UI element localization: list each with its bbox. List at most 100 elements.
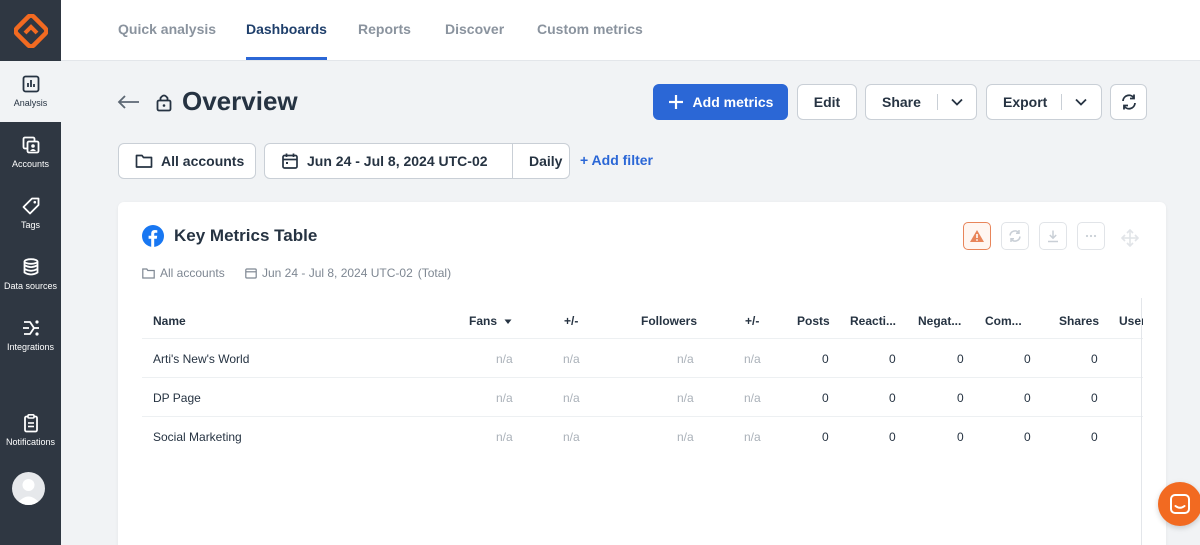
cell-negative: 0 [957, 391, 964, 405]
tab-discover[interactable]: Discover [445, 0, 504, 60]
add-filter-link[interactable]: + Add filter [580, 152, 653, 168]
column-header-fans[interactable]: Fans [469, 314, 512, 328]
cell-fans: n/a [496, 352, 513, 366]
cell-followers: n/a [677, 430, 694, 444]
edit-button[interactable]: Edit [797, 84, 857, 120]
column-header-user[interactable]: User [1119, 314, 1143, 328]
column-header-followers[interactable]: Followers [641, 314, 697, 328]
top-navigation: Quick analysis Dashboards Reports Discov… [61, 0, 1200, 61]
card-more-button[interactable] [1077, 222, 1105, 250]
sidebar-item-label: Notifications [5, 437, 56, 447]
drag-handle[interactable] [1118, 226, 1142, 250]
page-title: Overview [182, 86, 298, 116]
column-header-negative[interactable]: Negat... [918, 314, 961, 328]
clipboard-icon [23, 413, 38, 433]
plus-icon [668, 95, 683, 109]
tab-custom-metrics[interactable]: Custom metrics [537, 0, 643, 60]
cell-name: Arti's New's World [153, 352, 250, 366]
meta-date-label: Jun 24 - Jul 8, 2024 UTC-02 [262, 266, 413, 280]
chat-support-button[interactable] [1158, 482, 1200, 526]
cell-shares: 0 [1091, 391, 1098, 405]
column-header-fans-delta[interactable]: +/- [564, 314, 578, 328]
sidebar-item-accounts[interactable]: Accounts [0, 122, 61, 183]
column-header-name[interactable]: Name [153, 314, 186, 328]
cell-reactions: 0 [889, 391, 896, 405]
calendar-icon [282, 153, 298, 169]
sidebar-item-data-sources[interactable]: Data sources [0, 244, 61, 305]
card-date-meta: Jun 24 - Jul 8, 2024 UTC-02 (Total) [245, 266, 451, 280]
card-download-button[interactable] [1039, 222, 1067, 250]
cell-followers-delta: n/a [744, 430, 761, 444]
card-refresh-button[interactable] [1001, 222, 1029, 250]
tab-dashboards[interactable]: Dashboards [246, 0, 327, 60]
move-icon [1120, 228, 1140, 248]
divider [512, 144, 513, 178]
table-scroll-edge [1141, 298, 1142, 545]
accounts-icon [22, 136, 39, 154]
sidebar-item-analysis[interactable]: Analysis [0, 61, 61, 122]
refresh-button[interactable] [1110, 84, 1147, 120]
divider [1061, 94, 1062, 110]
date-range-filter[interactable]: Jun 24 - Jul 8, 2024 UTC-02 Daily [264, 143, 570, 179]
cell-name: Social Marketing [153, 430, 242, 444]
sidebar-item-label: Tags [20, 220, 40, 230]
chat-icon [1170, 494, 1190, 514]
more-icon [1085, 234, 1097, 238]
table-row[interactable]: DP Page n/a n/a n/a n/a 0 0 0 0 0 [142, 377, 1143, 416]
key-metrics-card: Key Metrics Table All accounts Jun 24 - … [118, 202, 1166, 545]
app-logo[interactable] [0, 0, 61, 61]
chevron-down-icon[interactable] [1074, 95, 1088, 109]
warning-button[interactable] [963, 222, 991, 250]
column-header-reactions[interactable]: Reacti... [850, 314, 896, 328]
export-button[interactable]: Export [986, 84, 1102, 120]
tab-reports[interactable]: Reports [358, 0, 411, 60]
avatar[interactable] [12, 472, 45, 505]
date-range-label: Jun 24 - Jul 8, 2024 UTC-02 [307, 153, 488, 169]
logo-icon [13, 13, 48, 48]
cell-fans: n/a [496, 391, 513, 405]
cell-comments: 0 [1024, 391, 1031, 405]
table-row[interactable]: Arti's New's World n/a n/a n/a n/a 0 0 0… [142, 338, 1143, 377]
accounts-filter[interactable]: All accounts [118, 143, 256, 179]
accounts-filter-label: All accounts [161, 153, 245, 169]
lock-icon [156, 94, 172, 112]
tab-quick-analysis[interactable]: Quick analysis [118, 0, 216, 60]
metrics-table: Name Fans +/- Followers +/- Posts Reacti… [142, 298, 1143, 545]
cell-comments: 0 [1024, 352, 1031, 366]
column-header-shares[interactable]: Shares [1059, 314, 1099, 328]
cell-negative: 0 [957, 430, 964, 444]
cell-followers: n/a [677, 352, 694, 366]
table-row[interactable]: Social Marketing n/a n/a n/a n/a 0 0 0 0… [142, 416, 1143, 455]
cell-reactions: 0 [889, 352, 896, 366]
cell-fans: n/a [496, 430, 513, 444]
cell-followers: n/a [677, 391, 694, 405]
column-header-posts[interactable]: Posts [797, 314, 830, 328]
column-header-followers-delta[interactable]: +/- [745, 314, 759, 328]
cell-fans-delta: n/a [563, 430, 580, 444]
sidebar-item-label: Data sources [3, 281, 58, 291]
sidebar-item-label: Integrations [6, 342, 55, 352]
cell-shares: 0 [1091, 430, 1098, 444]
sidebar-item-label: Analysis [13, 98, 48, 108]
chevron-down-icon[interactable] [950, 95, 964, 109]
cell-comments: 0 [1024, 430, 1031, 444]
cell-name: DP Page [153, 391, 201, 405]
granularity-selector[interactable]: Daily [529, 153, 562, 169]
bar-chart-icon [22, 75, 39, 93]
sidebar-item-notifications[interactable]: Notifications [0, 400, 61, 461]
integrations-icon [22, 320, 39, 336]
back-arrow-icon[interactable] [117, 90, 141, 114]
sidebar-item-tags[interactable]: Tags [0, 183, 61, 244]
share-button[interactable]: Share [865, 84, 977, 120]
sidebar-item-integrations[interactable]: Integrations [0, 305, 61, 366]
divider [937, 94, 938, 110]
share-label: Share [882, 94, 921, 110]
add-metrics-button[interactable]: Add metrics [653, 84, 788, 120]
cell-followers-delta: n/a [744, 352, 761, 366]
cell-followers-delta: n/a [744, 391, 761, 405]
facebook-icon [142, 225, 164, 247]
column-header-comments[interactable]: Com... [985, 314, 1022, 328]
sidebar-item-label: Accounts [11, 159, 50, 169]
folder-icon [142, 267, 155, 279]
meta-accounts-label: All accounts [160, 266, 225, 280]
